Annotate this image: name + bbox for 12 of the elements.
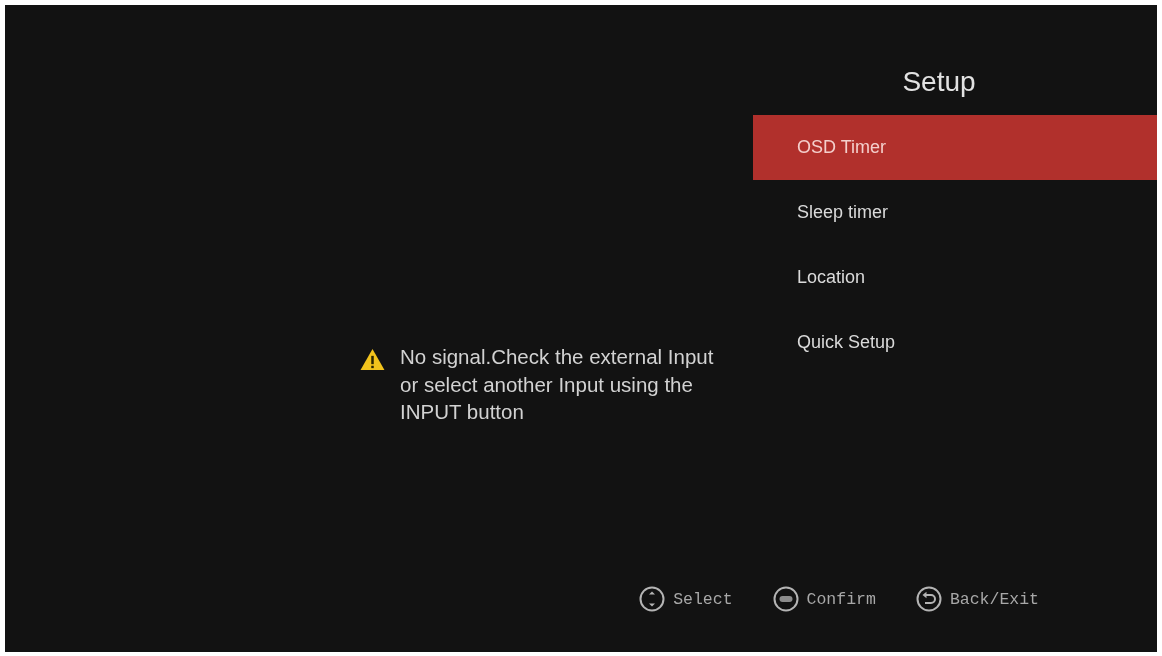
menu-item[interactable]: OSD Timer xyxy=(753,115,1157,180)
menu-item[interactable]: Sleep timer xyxy=(753,180,1157,245)
warning-icon xyxy=(360,348,385,371)
menu-title: Setup xyxy=(902,65,976,99)
ok-key-icon xyxy=(772,586,799,612)
key-hint-label: Back/Exit xyxy=(949,589,1039,609)
key-hint-label: Confirm xyxy=(806,589,876,609)
menu-item[interactable]: Quick Setup xyxy=(753,310,1157,375)
menu-item[interactable]: Location xyxy=(753,245,1157,310)
up-down-arrows-icon xyxy=(639,586,666,612)
no-signal-message: No signal.Check the external Input or select another Input using the INPUT button xyxy=(400,344,715,425)
key-hint-label: Select xyxy=(673,589,733,609)
